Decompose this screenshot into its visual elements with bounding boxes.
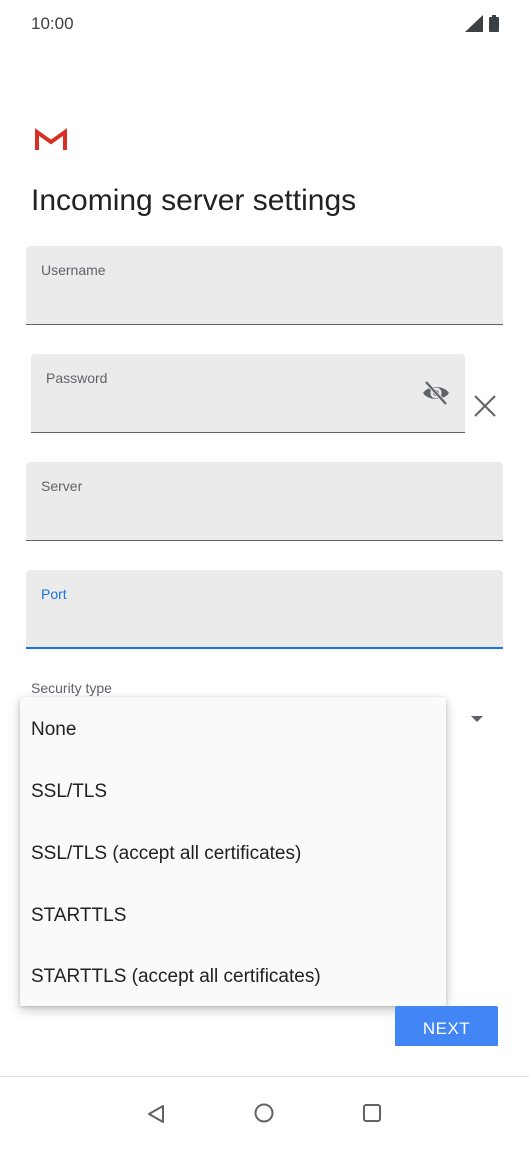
menu-item-starttls-accept-all[interactable]: STARTTLS (accept all certificates) <box>20 946 446 1008</box>
close-icon[interactable] <box>473 394 497 418</box>
recents-icon[interactable] <box>362 1103 382 1123</box>
password-field[interactable]: Password <box>31 354 465 433</box>
menu-item-ssl-tls[interactable]: SSL/TLS <box>20 761 446 823</box>
gmail-logo <box>35 128 67 150</box>
home-icon[interactable] <box>254 1103 274 1123</box>
back-icon[interactable] <box>146 1104 166 1124</box>
menu-item-starttls[interactable]: STARTTLS <box>20 885 446 947</box>
password-label: Password <box>46 370 108 386</box>
server-field[interactable]: Server <box>26 462 503 541</box>
menu-item-label: STARTTLS <box>31 905 127 926</box>
menu-item-none[interactable]: None <box>20 699 446 761</box>
status-icons <box>465 15 499 32</box>
port-field[interactable]: Port <box>26 570 503 649</box>
username-label: Username <box>41 262 106 278</box>
page-title: Incoming server settings <box>31 184 357 217</box>
security-type-label: Security type <box>31 680 112 696</box>
bottom-spacer <box>0 1046 529 1076</box>
server-label: Server <box>41 478 83 494</box>
signal-icon <box>465 15 483 32</box>
battery-icon <box>489 15 499 32</box>
menu-item-ssl-tls-accept-all[interactable]: SSL/TLS (accept all certificates) <box>20 823 446 885</box>
port-label: Port <box>41 586 67 602</box>
chevron-down-icon[interactable] <box>471 716 483 722</box>
username-field[interactable]: Username <box>26 246 503 325</box>
menu-item-label: SSL/TLS (accept all certificates) <box>31 843 302 864</box>
visibility-off-icon[interactable] <box>421 380 451 406</box>
navigation-bar <box>0 1076 529 1149</box>
menu-item-label: None <box>31 719 77 740</box>
menu-item-label: SSL/TLS <box>31 781 108 802</box>
menu-item-label: STARTTLS (accept all certificates) <box>31 966 321 987</box>
security-type-menu: None SSL/TLS SSL/TLS (accept all certifi… <box>20 697 446 1006</box>
status-time: 10:00 <box>31 14 74 33</box>
status-bar: 10:00 <box>0 0 529 48</box>
